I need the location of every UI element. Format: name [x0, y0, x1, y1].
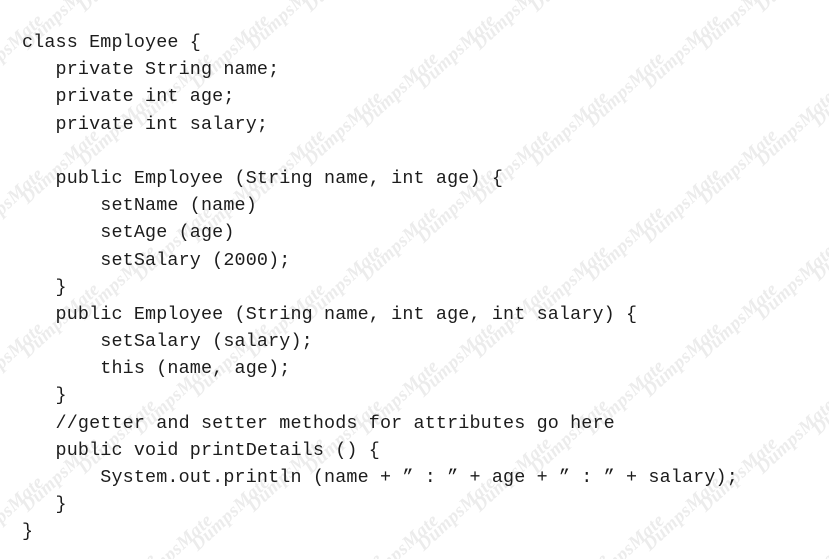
watermark-text: DumpsMate — [300, 549, 387, 559]
code-line: setName (name) — [22, 195, 257, 217]
watermark-text: DumpsMate — [751, 240, 829, 325]
watermark-tile: DumpsMate — [752, 87, 829, 202]
java-code-block: class Employee { private String name; pr… — [22, 29, 738, 546]
watermark-text: DumpsMate — [751, 86, 829, 171]
code-line: setSalary (2000); — [22, 249, 291, 271]
watermark-text: DumpsMate — [74, 0, 161, 16]
code-line: //getter and setter methods for attribut… — [22, 412, 615, 434]
watermark-text: DumpsMate — [752, 0, 829, 16]
code-line: } — [22, 521, 34, 543]
watermark-text: DumpsMate — [807, 355, 829, 440]
code-line: private int age; — [22, 86, 235, 108]
watermark-text: DumpsMate — [807, 201, 829, 286]
code-line: System.out.println (name + ” : ” + age +… — [22, 467, 738, 488]
watermark-text: DumpsMate — [526, 0, 613, 16]
code-line: this (name, age); — [22, 358, 291, 380]
watermark-text: DumpsMate — [807, 509, 829, 559]
code-line: public void printDetails () { — [22, 439, 380, 461]
watermark-text: DumpsMate — [74, 549, 161, 559]
code-snippet-page: DumpsMate DumpsMate DumpsMate DumpsMate Dump… — [0, 0, 829, 559]
code-line: } — [22, 494, 67, 516]
watermark-tile: DumpsMate — [752, 395, 829, 510]
watermark-tile: DumpsMate — [752, 241, 829, 356]
watermark-tile: DumpsMate — [757, 356, 829, 439]
code-line: class Employee { — [22, 32, 201, 53]
code-line: } — [22, 385, 67, 407]
code-line: public Employee (String name, int age, i… — [22, 303, 638, 325]
watermark-tile: DumpsMate — [757, 202, 829, 285]
code-line: setSalary (salary); — [22, 331, 313, 353]
code-line: private int salary; — [22, 113, 269, 135]
watermark-text: DumpsMate — [807, 47, 829, 132]
code-line: private String name; — [22, 59, 280, 81]
watermark-tile: DumpsMate — [757, 510, 829, 559]
code-line: } — [22, 276, 67, 298]
code-line: setAge (age) — [22, 222, 235, 244]
watermark-text: DumpsMate — [751, 394, 829, 479]
code-line: public Employee (String name, int age) { — [22, 167, 504, 189]
watermark-text: DumpsMate — [752, 549, 829, 559]
watermark-text: DumpsMate — [300, 0, 387, 16]
watermark-tile: DumpsMate — [752, 0, 829, 48]
watermark-tile: DumpsMate — [757, 48, 829, 131]
watermark-text: DumpsMate — [526, 549, 613, 559]
